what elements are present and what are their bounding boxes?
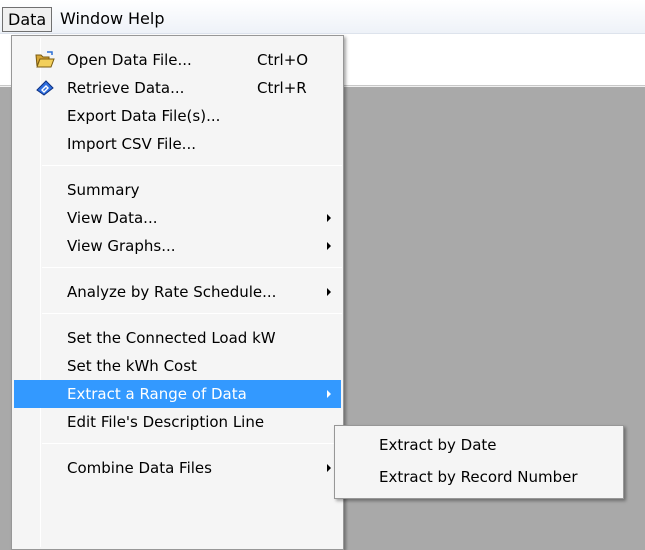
menu-item-view-data[interactable]: View Data... <box>14 204 341 232</box>
submenu-item-extract-by-record-number[interactable]: Extract by Record Number <box>337 463 621 491</box>
menu-item-view-graphs[interactable]: View Graphs... <box>14 232 341 260</box>
menu-item-label: Combine Data Files <box>67 459 212 477</box>
menu-item-label: Set the kWh Cost <box>67 357 197 375</box>
menu-item-analyze-by-rate-schedule[interactable]: Analyze by Rate Schedule... <box>14 278 341 306</box>
menu-separator <box>42 267 342 268</box>
menu-item-set-kwh-cost[interactable]: Set the kWh Cost <box>14 352 341 380</box>
menu-bar: Data Window Help <box>0 0 645 34</box>
menu-item-open-data-file[interactable]: Open Data File... Ctrl+O <box>14 46 341 74</box>
menu-item-extract-range-of-data[interactable]: Extract a Range of Data <box>14 380 341 408</box>
menu-data[interactable]: Data <box>2 7 53 32</box>
menu-item-label: Retrieve Data... <box>67 79 185 97</box>
menu-item-import-csv-file[interactable]: Import CSV File... <box>14 130 341 158</box>
menu-item-label: Extract by Record Number <box>379 468 578 486</box>
menu-item-label: View Data... <box>67 209 158 227</box>
submenu-arrow-icon <box>327 464 331 472</box>
menu-item-label: Extract by Date <box>379 436 497 454</box>
menu-window[interactable]: Window <box>55 7 128 32</box>
menu-separator <box>42 443 342 444</box>
menu-item-label: Export Data File(s)... <box>67 107 221 125</box>
menu-item-export-data-files[interactable]: Export Data File(s)... <box>14 102 341 130</box>
menu-separator <box>42 313 342 314</box>
menu-item-label: Summary <box>67 181 140 199</box>
submenu-item-extract-by-date[interactable]: Extract by Date <box>337 431 621 459</box>
menu-item-label: Set the Connected Load kW <box>67 329 276 347</box>
submenu-arrow-icon <box>327 214 331 222</box>
menu-help[interactable]: Help <box>123 7 169 32</box>
menu-item-label: Edit File's Description Line <box>67 413 265 431</box>
menu-item-label: View Graphs... <box>67 237 176 255</box>
open-folder-icon <box>35 51 55 68</box>
menu-item-label: Import CSV File... <box>67 135 196 153</box>
menu-item-combine-data-files[interactable]: Combine Data Files <box>14 454 341 482</box>
menu-item-shortcut: Ctrl+O <box>257 51 309 69</box>
submenu-arrow-icon <box>327 288 331 296</box>
submenu-arrow-icon <box>327 242 331 250</box>
menu-item-summary[interactable]: Summary <box>14 176 341 204</box>
menu-separator <box>42 165 342 166</box>
menu-item-edit-description-line[interactable]: Edit File's Description Line <box>14 408 341 436</box>
menu-item-retrieve-data[interactable]: Retrieve Data... Ctrl+R <box>14 74 341 102</box>
extract-submenu: Extract by Date Extract by Record Number <box>334 425 624 499</box>
menu-item-shortcut: Ctrl+R <box>257 79 307 97</box>
menu-item-set-connected-load[interactable]: Set the Connected Load kW <box>14 324 341 352</box>
menu-item-label: Open Data File... <box>67 51 192 69</box>
retrieve-data-icon <box>36 80 54 96</box>
data-menu: Open Data File... Ctrl+O Retrieve Data..… <box>11 35 344 550</box>
menu-item-label: Analyze by Rate Schedule... <box>67 283 277 301</box>
submenu-arrow-icon <box>327 390 331 398</box>
menu-item-label: Extract a Range of Data <box>67 385 247 403</box>
